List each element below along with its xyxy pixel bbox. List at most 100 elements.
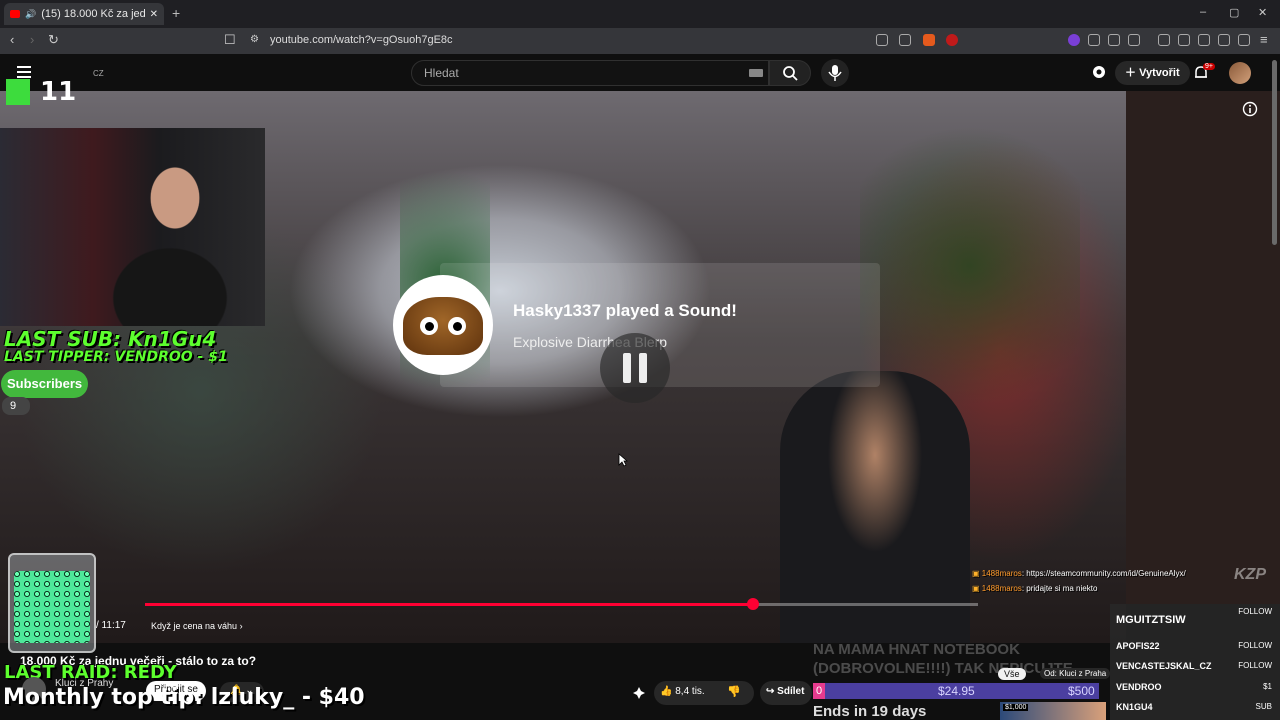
progress-scrubber[interactable] [747, 598, 760, 610]
event-row: KN1GU4 SUB [1116, 702, 1276, 712]
account-avatar[interactable] [1229, 62, 1251, 84]
channel-number: 11 [40, 77, 77, 107]
youtube-favicon-icon [10, 10, 20, 18]
watermark-logo: KZP [1234, 566, 1266, 583]
chapter-button[interactable]: Když je cena na váhu › [151, 621, 243, 631]
extension-purple-icon[interactable] [1068, 34, 1080, 46]
channel-logo-k-icon [6, 79, 30, 105]
event-row: MGUITZTSIW FOLLOW [1116, 607, 1276, 626]
puzzle-icon[interactable] [1128, 34, 1140, 46]
event-name: VENCASTEJSKAL_CZ [1116, 661, 1212, 671]
webcam-overlay [0, 128, 265, 326]
extension-icon[interactable] [1108, 34, 1120, 46]
event-kind: FOLLOW [1238, 661, 1272, 670]
event-row: APOFIS22 FOLLOW [1116, 641, 1276, 651]
reload-icon[interactable]: ↻ [48, 32, 59, 48]
browser-tab-bar: 🔊 (15) 18.000 Kč za jednu večeř ✕ + – ▢ … [0, 0, 1280, 28]
event-name: MGUITZTSIW [1116, 614, 1186, 626]
address-bar: ‹ › ↻ ☐ ⚙ youtube.com/watch?v=gOsuoh7gE8… [0, 28, 1280, 54]
wallet-icon[interactable] [1198, 34, 1210, 46]
last-sub-label: LAST SUB: Kn1Gu4 [4, 327, 217, 351]
chat-username: 1488maros [981, 569, 1022, 578]
page-scrollbar[interactable] [1272, 60, 1277, 245]
chip-from-channel[interactable]: Od: Kluci z Praha [1040, 668, 1111, 679]
search-input[interactable]: Hledat [411, 60, 769, 86]
forward-icon[interactable]: › [30, 32, 34, 47]
upload-icon[interactable] [1091, 64, 1107, 80]
brave-shield-icon[interactable] [923, 34, 935, 46]
goal-target: $500 [1068, 684, 1095, 698]
event-kind: SUB [1255, 702, 1272, 711]
chapter-label: Když je cena na váhu [151, 621, 238, 631]
new-tab-button[interactable]: + [172, 5, 180, 21]
voice-search-button[interactable] [821, 59, 849, 87]
goal-start: 0 [813, 683, 825, 699]
last-tipper-label: LAST TIPPER: VENDROO - $1 [4, 349, 228, 365]
browser-tab[interactable]: 🔊 (15) 18.000 Kč za jednu večeř ✕ [4, 3, 164, 25]
back-icon[interactable]: ‹ [10, 32, 14, 47]
bookmark-icon[interactable]: ☐ [224, 32, 236, 48]
tab-title: (15) 18.000 Kč za jednu večeř [41, 8, 145, 20]
leo-ai-icon[interactable] [1218, 34, 1230, 46]
url-field[interactable]: youtube.com/watch?v=gOsuoh7gE8c [270, 34, 453, 46]
mouse-cursor-icon [618, 453, 628, 467]
plus-icon: ＋ [1125, 67, 1140, 79]
like-button[interactable]: 👍 8,4 tis. [660, 686, 705, 697]
chat-user-icon: ▣ [972, 584, 982, 593]
minimize-button[interactable]: – [1200, 6, 1206, 18]
share-page-icon[interactable] [899, 34, 911, 46]
notification-badge: 9+ [1203, 63, 1215, 70]
ambient-side-panel [1126, 91, 1280, 604]
hamburger-menu-icon[interactable] [17, 66, 31, 78]
progress-fill [145, 603, 754, 606]
create-button[interactable]: ＋ Vytvořit [1115, 61, 1190, 85]
vpn-icon[interactable] [1238, 34, 1250, 46]
maximize-button[interactable]: ▢ [1229, 6, 1239, 19]
subscribers-button[interactable]: Subscribers [1, 370, 89, 398]
subscribers-count: 9 [2, 397, 30, 415]
music-icon[interactable] [1158, 34, 1170, 46]
progress-bar[interactable] [145, 598, 978, 610]
chip-all[interactable]: Vše [998, 668, 1026, 680]
chat-message: ▣ 1488maros: pridajte si ma niekto [972, 584, 1097, 593]
goal-current: $24.95 [938, 684, 975, 698]
extension-icon[interactable] [1088, 34, 1100, 46]
dislike-button[interactable]: 👎 [727, 685, 741, 698]
create-label: Vytvořit [1139, 67, 1180, 79]
event-name: VENDROO [1116, 682, 1162, 692]
monthly-top-tip: Monthly top tip: lzluky_ - $40 [3, 685, 365, 710]
chat-message: ▣ 1488maros: https://steamcommunity.com/… [972, 569, 1186, 578]
event-row: VENCASTEJSKAL_CZ FOLLOW [1116, 661, 1276, 671]
chevron-right-icon: › [239, 621, 243, 631]
event-name: APOFIS22 [1116, 641, 1160, 651]
time-display: / 11:17 [96, 620, 126, 631]
chat-user-icon: ▣ [972, 569, 982, 578]
close-tab-icon[interactable]: ✕ [150, 9, 158, 20]
goal-ends-label: Ends in 19 days [813, 703, 927, 720]
info-icon[interactable] [1242, 101, 1258, 117]
close-window-button[interactable]: ✕ [1258, 6, 1267, 19]
thumbs-up-icon: 👍 [660, 686, 676, 697]
chat-text: : pridajte si ma niekto [1021, 584, 1098, 593]
share-icon: ↪ [766, 686, 778, 697]
tip-jar-overlay [8, 553, 96, 653]
search-button[interactable] [769, 60, 811, 86]
pause-icon[interactable] [600, 333, 670, 403]
sparkle-icon[interactable] [632, 686, 646, 700]
poop-emoji-icon [393, 275, 493, 375]
event-kind: FOLLOW [1238, 641, 1272, 650]
event-row: VENDROO $1 [1116, 682, 1276, 692]
event-name: KN1GU4 [1116, 702, 1153, 712]
keyboard-icon[interactable] [749, 69, 763, 77]
brave-rewards-icon[interactable] [946, 34, 958, 46]
like-count: 8,4 tis. [675, 686, 705, 697]
share-label-wrap: ↪ Sdílet [766, 686, 804, 697]
site-info-icon[interactable]: ⚙ [250, 34, 259, 45]
cast-icon[interactable] [876, 34, 888, 46]
chat-text: : https://steamcommunity.com/id/GenuineA… [1021, 569, 1186, 578]
menu-icon[interactable]: ≡ [1260, 32, 1268, 47]
ad-price: $1,000 [1003, 704, 1029, 711]
country-code: CZ [93, 69, 104, 78]
sidebar-icon[interactable] [1178, 34, 1190, 46]
event-kind: FOLLOW [1238, 607, 1272, 616]
